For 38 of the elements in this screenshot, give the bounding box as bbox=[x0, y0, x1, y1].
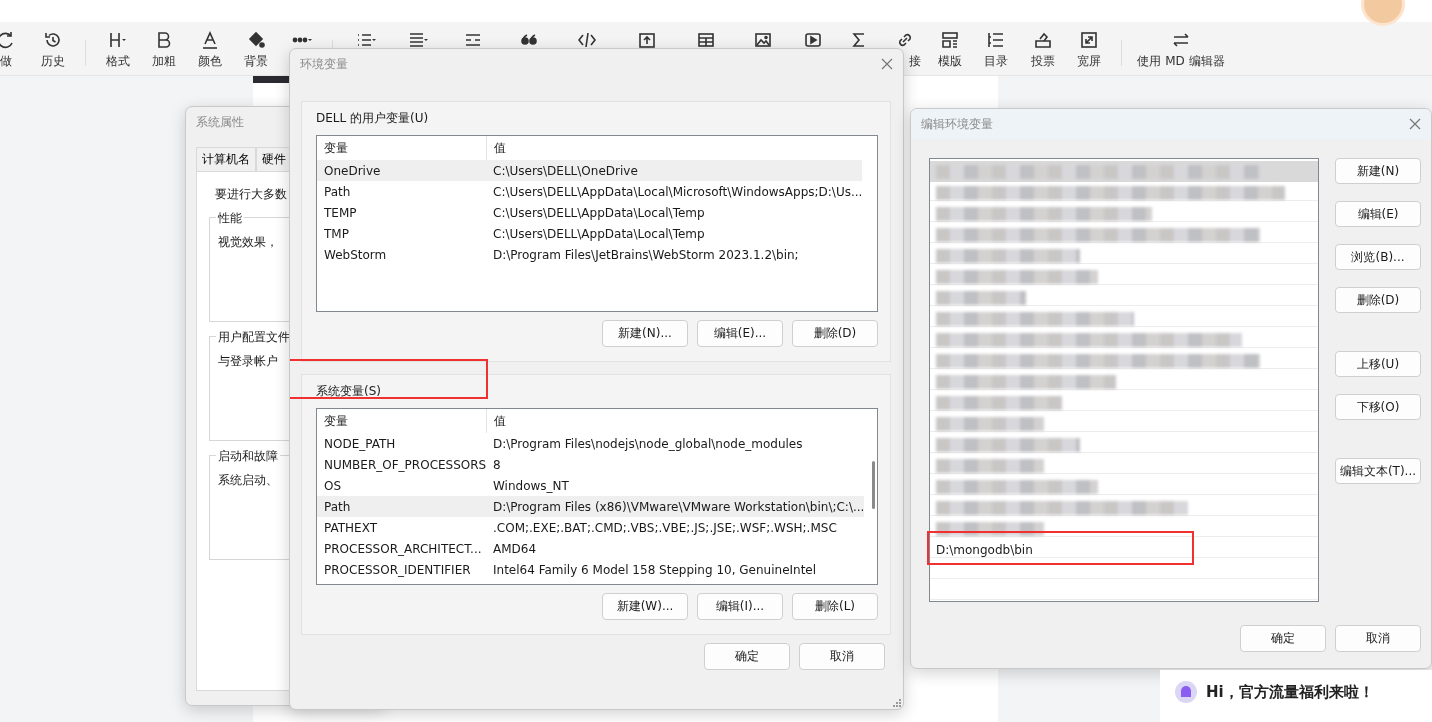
variable-value: 8 bbox=[492, 457, 501, 472]
group-text: 系统启动、 bbox=[218, 473, 278, 487]
variable-value: D:\Program Files (x86)\VMware\VMware Workstation\bin\;C:\... bbox=[492, 499, 865, 514]
variable-name: PATHEXT bbox=[323, 520, 379, 535]
promo-title: Hi，官方流量福利来啦！ bbox=[1206, 682, 1374, 702]
window-title: 环境变量 bbox=[300, 55, 348, 73]
variable-value: C:\Users\DELL\OneDrive bbox=[492, 163, 638, 178]
variable-value: Windows_NT bbox=[492, 478, 569, 493]
variable-name: OneDrive bbox=[323, 163, 382, 178]
variable-value: D:\Program Files\JetBrains\WebStorm 2023.1.2\bin; bbox=[492, 247, 799, 262]
variable-name: WebStorm bbox=[323, 247, 388, 262]
variable-name: NODE_PATH bbox=[323, 436, 397, 451]
group-text: 与登录帐户 bbox=[218, 354, 278, 368]
variable-value: D:\Program Files\nodejs\node_global\node_modules bbox=[492, 436, 803, 451]
path-entry: D:\mongodb\bin bbox=[936, 542, 1033, 557]
group-text: 视觉效果， bbox=[218, 235, 278, 249]
variable-value: C:\Users\DELL\AppData\Local\Temp bbox=[492, 226, 705, 241]
variable-name: Path bbox=[323, 184, 352, 199]
variable-value: .COM;.EXE;.BAT;.CMD;.VBS;.VBE;.JS;.JSE;.WSF;.WSH;.MSC bbox=[492, 520, 837, 535]
variable-name: Path bbox=[323, 499, 352, 514]
variable-name: OS bbox=[323, 478, 343, 493]
variable-name: NUMBER_OF_PROCESSORS bbox=[323, 457, 486, 472]
variable-value: C:\Users\DELL\AppData\Local\Microsoft\WindowsApps;D:\Us... bbox=[492, 184, 863, 199]
variable-value: AMD64 bbox=[492, 541, 537, 556]
window-title: 编辑环境变量 bbox=[921, 115, 993, 133]
variable-value: C:\Users\DELL\AppData\Local\Temp bbox=[492, 205, 705, 220]
variable-value: Intel64 Family 6 Model 158 Stepping 10, GenuineIntel bbox=[492, 562, 817, 577]
variable-name: TMP bbox=[323, 226, 350, 241]
group-title: DELL 的用户变量(U) bbox=[316, 110, 429, 127]
intro-text: 要进行大多数 bbox=[215, 186, 287, 203]
window-title: 系统属性 bbox=[196, 113, 244, 131]
variable-name: TEMP bbox=[323, 205, 358, 220]
variable-name: PROCESSOR_IDENTIFIER bbox=[323, 562, 472, 577]
group-title: 启动和故障 bbox=[216, 448, 280, 465]
variable-name: PROCESSOR_ARCHITECT... bbox=[323, 541, 483, 556]
group-title: 系统变量(S) bbox=[316, 383, 381, 400]
group-title: 用户配置文件 bbox=[216, 329, 292, 346]
group-title: 性能 bbox=[216, 210, 244, 227]
